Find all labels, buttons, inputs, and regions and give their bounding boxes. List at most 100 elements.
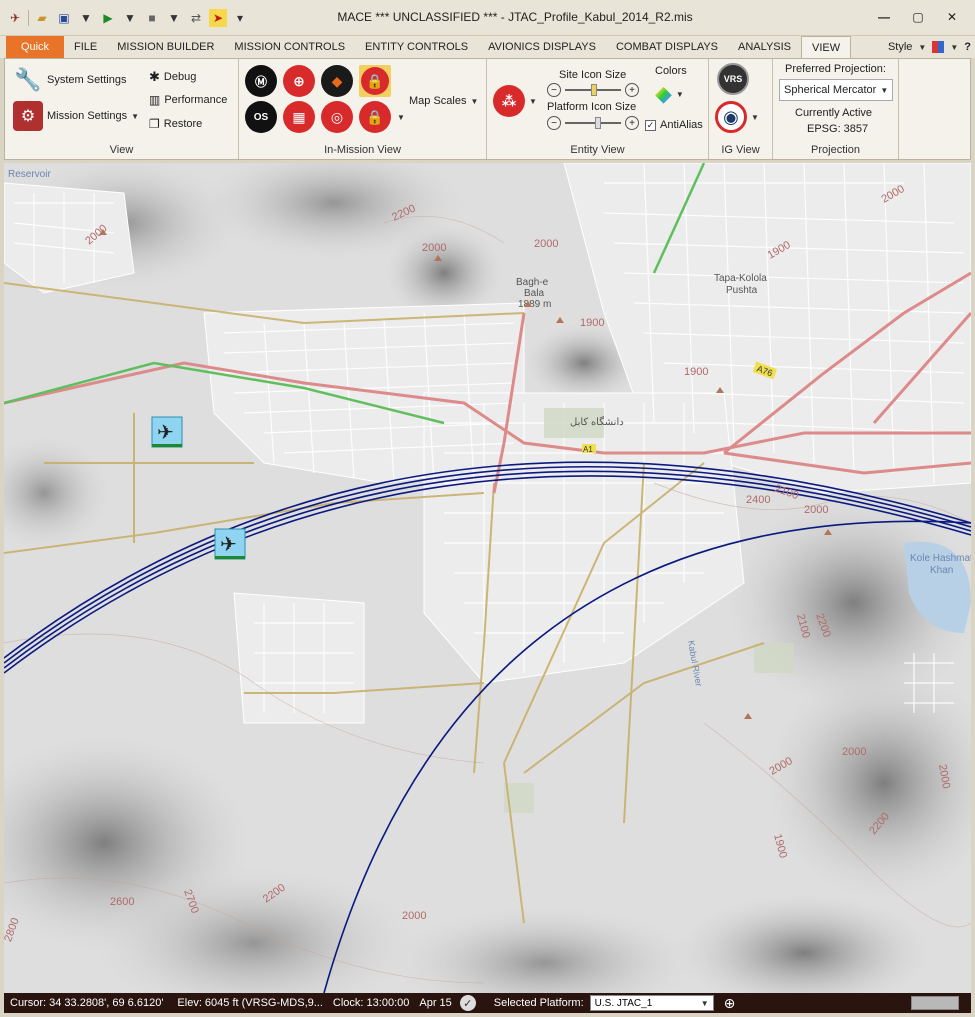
- system-settings-button[interactable]: 🔧 System Settings: [13, 65, 126, 95]
- eye-ring-icon[interactable]: ◎: [321, 101, 353, 133]
- place-label-kole: Kole Hashmat: [910, 553, 971, 564]
- chevron-down-icon[interactable]: ▼: [121, 9, 139, 27]
- measure-m-icon[interactable]: Ⓜ: [245, 65, 277, 97]
- close-button[interactable]: ✕: [935, 6, 969, 28]
- slider-thumb[interactable]: [595, 117, 601, 129]
- tab-entity-controls[interactable]: ENTITY CONTROLS: [355, 36, 478, 58]
- minus-icon[interactable]: −: [547, 116, 561, 130]
- separator: [28, 10, 29, 26]
- restore-button[interactable]: ❐ Restore: [149, 117, 202, 131]
- slider-track: [565, 117, 621, 129]
- site-icon-size-slider[interactable]: − +: [547, 83, 639, 97]
- projection-select[interactable]: Spherical Mercator ▼: [779, 79, 893, 101]
- preferred-projection-label: Preferred Projection:: [785, 63, 886, 75]
- projection-group: Preferred Projection: Spherical Mercator…: [773, 59, 899, 159]
- color-cube-icon: ◆: [655, 81, 672, 106]
- save-icon[interactable]: ▣: [55, 9, 73, 27]
- place-label-reservoir: Reservoir: [8, 169, 51, 180]
- jtac-platform-icon[interactable]: ✈: [151, 416, 183, 448]
- debug-label: Debug: [163, 71, 197, 83]
- customize-toolbar-icon[interactable]: ▾: [231, 9, 249, 27]
- minus-icon[interactable]: −: [547, 83, 561, 97]
- tab-view[interactable]: VIEW: [801, 36, 852, 58]
- layers-icon[interactable]: ◆: [321, 65, 353, 97]
- svg-text:✈: ✈: [157, 420, 174, 444]
- projection-select-value: Spherical Mercator: [784, 84, 877, 96]
- tab-quick[interactable]: Quick: [6, 36, 64, 58]
- quick-access-toolbar: ✈ ▰ ▣ ▼ ▶ ▼ ■ ▼ ⇄ ➤ ▾: [6, 8, 249, 28]
- platform-icon-size-slider[interactable]: − +: [547, 116, 639, 130]
- performance-bars-icon: ▥: [149, 93, 161, 107]
- help-icon[interactable]: ?: [964, 41, 971, 53]
- app-icon[interactable]: ✈: [6, 9, 24, 27]
- bug-icon: ✱: [149, 69, 160, 84]
- chevron-down-icon[interactable]: ▼: [77, 9, 95, 27]
- style-menu[interactable]: Style: [888, 41, 912, 53]
- tab-combat-displays[interactable]: COMBAT DISPLAYS: [606, 36, 728, 58]
- plus-icon[interactable]: +: [625, 116, 639, 130]
- mission-settings-button[interactable]: ⚙ Mission Settings ▼: [13, 101, 139, 131]
- chevron-down-icon[interactable]: ▼: [165, 9, 183, 27]
- selected-platform-label: Selected Platform:: [493, 997, 584, 1009]
- stop-icon[interactable]: ■: [143, 9, 161, 27]
- window-title: MACE *** UNCLASSIFIED *** - JTAC_Profile…: [337, 10, 693, 24]
- entity-people-icon: ⁂: [493, 85, 525, 117]
- map-view[interactable]: 2200 2000 2000 2000 1900 1900 1900 2100 …: [4, 163, 971, 993]
- restore-label: Restore: [163, 118, 203, 130]
- minimize-button[interactable]: —: [867, 6, 901, 28]
- pointer-icon[interactable]: ➤: [209, 9, 227, 27]
- chevron-down-icon: ▼: [751, 112, 759, 122]
- ig-view-group: VRS ◉ ▼ IG View: [709, 59, 773, 159]
- road-shield-label: A1: [583, 445, 593, 454]
- antialias-checkbox[interactable]: ✓ AntiAlias: [645, 119, 703, 131]
- ig-eye-button[interactable]: ◉ ▼: [715, 101, 759, 133]
- contour-label: 2000: [422, 242, 446, 254]
- colors-button[interactable]: ◆ ▼: [655, 81, 684, 107]
- theme-grid-icon[interactable]: [932, 41, 945, 53]
- vrsg-button[interactable]: VRS: [717, 63, 749, 95]
- clock-readout: Clock: 13:00:00: [332, 997, 410, 1009]
- debug-button[interactable]: ✱ Debug: [149, 69, 196, 85]
- selected-platform-value: U.S. JTAC_1: [594, 997, 653, 1009]
- check-icon[interactable]: ✓: [452, 995, 476, 1011]
- epsg-label: EPSG: 3857: [807, 123, 869, 135]
- progress-indicator: [911, 996, 959, 1010]
- tab-analysis[interactable]: ANALYSIS: [728, 36, 801, 58]
- entity-view-group: ⁂ ▼ Site Icon Size − + Platform Icon Siz…: [487, 59, 709, 159]
- jtac-platform-icon[interactable]: ✈: [214, 528, 246, 560]
- slider-thumb[interactable]: [591, 84, 597, 96]
- map-scales-button[interactable]: Map Scales ▼: [409, 95, 478, 107]
- lock-icon[interactable]: 🔒: [359, 65, 391, 97]
- performance-button[interactable]: ▥ Performance: [149, 93, 227, 107]
- chevron-down-icon[interactable]: ▼: [950, 43, 958, 52]
- status-bar: Cursor: 34 33.2808', 69 6.6120' Elev: 60…: [4, 993, 971, 1013]
- tab-mission-builder[interactable]: MISSION BUILDER: [107, 36, 224, 58]
- transfer-icon[interactable]: ⇄: [187, 9, 205, 27]
- contour-label: 2000: [842, 746, 866, 758]
- crosshair-center-icon[interactable]: ⊕: [714, 995, 736, 1012]
- antialias-label: AntiAlias: [660, 119, 703, 131]
- grid-icon[interactable]: ▦: [283, 101, 315, 133]
- contour-label: 1900: [684, 366, 708, 378]
- contour-label: 2000: [804, 504, 828, 516]
- chevron-down-icon[interactable]: ▼: [918, 43, 926, 52]
- date-readout: Apr 15: [419, 997, 452, 1009]
- maximize-button[interactable]: ▢: [901, 6, 935, 28]
- target-crosshair-icon[interactable]: ⊕: [283, 65, 315, 97]
- tab-file[interactable]: FILE: [64, 36, 107, 58]
- tab-mission-controls[interactable]: MISSION CONTROLS: [224, 36, 355, 58]
- chevron-down-icon[interactable]: ▼: [397, 113, 405, 122]
- selected-platform-select[interactable]: U.S. JTAC_1 ▼: [589, 995, 714, 1011]
- entity-display-button[interactable]: ⁂ ▼: [493, 85, 537, 117]
- os-search-icon[interactable]: OS: [245, 101, 277, 133]
- map-canvas[interactable]: 2200 2000 2000 2000 1900 1900 1900 2100 …: [4, 163, 971, 993]
- contour-label: 2000: [534, 238, 558, 250]
- mission-settings-label: Mission Settings: [47, 110, 128, 122]
- plus-icon[interactable]: +: [625, 83, 639, 97]
- lock-gear-icon[interactable]: 🔒: [359, 101, 391, 133]
- tab-avionics-displays[interactable]: AVIONICS DISPLAYS: [478, 36, 606, 58]
- contour-label: 2000: [402, 910, 426, 922]
- open-folder-icon[interactable]: ▰: [33, 9, 51, 27]
- slider-track: [565, 84, 621, 96]
- play-icon[interactable]: ▶: [99, 9, 117, 27]
